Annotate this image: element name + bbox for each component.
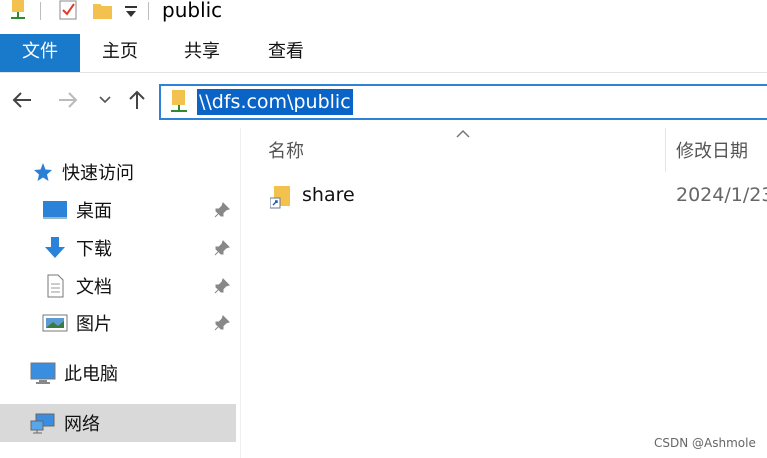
new-folder-icon[interactable] [92, 0, 114, 26]
pin-icon[interactable] [213, 277, 231, 295]
back-button[interactable] [6, 78, 38, 122]
up-button[interactable] [122, 78, 152, 122]
file-modified-date: 2024/1/23 [676, 184, 767, 206]
star-icon [34, 163, 52, 181]
picture-icon [42, 314, 68, 332]
sidebar-item-label: 桌面 [76, 201, 112, 222]
forward-arrow-icon [59, 92, 78, 108]
column-header-modified[interactable]: 修改日期 [676, 137, 748, 167]
column-header-name[interactable]: 名称 [268, 137, 304, 167]
file-name: share [302, 184, 355, 206]
pin-icon[interactable] [213, 314, 231, 332]
sidebar-item-quick-access[interactable]: 快速访问 [32, 155, 134, 189]
tab-share[interactable]: 共享 [172, 34, 232, 72]
download-icon [45, 237, 65, 258]
document-icon [47, 274, 64, 298]
watermark: CSDN @Ashmole [654, 436, 756, 450]
sidebar-item-label: 下载 [76, 239, 112, 260]
sidebar-item-pictures[interactable]: 图片 [42, 306, 112, 340]
tab-home[interactable]: 主页 [90, 34, 150, 72]
tab-view[interactable]: 查看 [256, 34, 316, 72]
file-row[interactable]: share 2024/1/23 [266, 180, 767, 214]
up-arrow-icon [129, 90, 145, 109]
recent-locations-button[interactable] [94, 78, 116, 122]
sidebar-item-this-pc[interactable]: 此电脑 [30, 356, 118, 390]
properties-checkbox-icon[interactable] [58, 0, 80, 26]
sort-ascending-icon [455, 124, 471, 143]
column-resize-handle[interactable] [665, 128, 666, 172]
pin-icon[interactable] [213, 201, 231, 219]
sidebar-item-label: 文档 [76, 277, 112, 298]
sidebar-item-label: 图片 [76, 314, 112, 335]
tab-file[interactable]: 文件 [0, 34, 80, 72]
desktop-icon [43, 201, 67, 219]
sidebar-item-network[interactable]: 网络 [30, 406, 100, 440]
sidebar-item-desktop[interactable]: 桌面 [42, 193, 112, 227]
pin-icon[interactable] [213, 239, 231, 257]
network-folder-icon [169, 88, 189, 120]
sidebar-item-label: 网络 [64, 414, 100, 435]
forward-button[interactable] [52, 78, 84, 122]
sidebar-item-label: 此电脑 [64, 364, 118, 385]
sidebar-item-label: 快速访问 [62, 163, 134, 184]
chevron-down-icon [99, 96, 111, 104]
sidebar-item-downloads[interactable]: 下载 [42, 231, 112, 265]
address-path[interactable]: \\dfs.com\public [197, 89, 353, 115]
customize-dropdown-icon[interactable] [124, 2, 138, 24]
window-title: public [162, 0, 223, 22]
ribbon-divider [0, 72, 767, 73]
computer-icon [30, 362, 56, 384]
ribbon-tabs: 文件 主页 共享 查看 [0, 34, 767, 72]
shared-folder-shortcut-icon [269, 184, 294, 214]
title-separator [40, 2, 41, 20]
title-bar: public [0, 0, 767, 32]
network-icon [30, 413, 55, 434]
network-folder-icon[interactable] [8, 0, 30, 26]
sidebar-item-documents[interactable]: 文档 [42, 269, 112, 303]
address-bar[interactable]: \\dfs.com\public [159, 84, 767, 120]
pane-divider[interactable] [240, 128, 241, 458]
title-separator [148, 2, 149, 20]
back-arrow-icon [12, 92, 31, 108]
